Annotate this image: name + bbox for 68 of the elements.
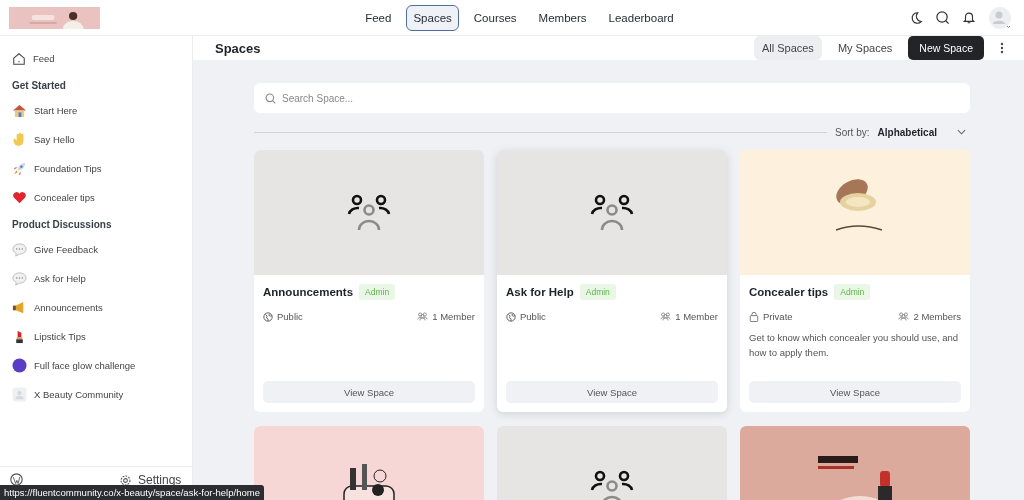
filter-tab[interactable]: My Spaces <box>829 36 901 60</box>
sidebar-item[interactable]: Ask for Help <box>12 264 180 293</box>
wordpress-icon[interactable] <box>10 473 23 486</box>
home-icon <box>12 51 26 66</box>
bubble-icon <box>12 271 27 286</box>
nav-tab[interactable]: Spaces <box>406 4 459 31</box>
privacy-label: Private <box>763 311 793 322</box>
sort-label: Sort by: <box>835 126 870 138</box>
more-icon[interactable] <box>1000 42 1004 54</box>
nav-tab[interactable]: Courses <box>466 4 524 31</box>
view-space-button[interactable]: View Space <box>263 381 475 403</box>
sidebar-item[interactable]: Lipstick Tips <box>12 322 180 351</box>
sidebar-item[interactable]: Feed <box>12 44 180 73</box>
search-field[interactable]: Search Space... <box>254 83 970 113</box>
space-card[interactable]: Ask for Help Admin Public 1 Member View Space <box>497 150 727 412</box>
view-space-button[interactable]: View Space <box>749 381 961 403</box>
sidebar-item[interactable]: Say Hello <box>12 125 180 154</box>
sidebar-item[interactable]: Foundation Tips <box>12 154 180 183</box>
card-title[interactable]: Ask for Help <box>506 286 574 298</box>
dark-mode-icon[interactable] <box>909 10 923 25</box>
sidebar-item[interactable]: Start Here <box>12 96 180 125</box>
space-card[interactable]: Announcements Admin Public 1 Member View Space <box>254 150 484 412</box>
lock-icon <box>749 311 759 322</box>
people-icon <box>590 469 634 500</box>
filter-tab[interactable]: All Spaces <box>753 36 822 60</box>
heart-icon <box>12 190 27 205</box>
sidebar-item[interactable]: Concealer tips <box>12 183 180 212</box>
nav-tab[interactable]: Members <box>531 4 594 31</box>
space-card[interactable]: Concealer tips Admin Private 2 Members Get to know which concealer you should use, and how to apply them. View Space <box>740 150 970 412</box>
people-icon <box>347 193 391 232</box>
role-badge: Admin <box>834 284 871 300</box>
gear-icon <box>119 473 132 487</box>
sidebar-item[interactable]: Full face glow challenge <box>12 351 180 380</box>
card-title[interactable]: Announcements <box>263 286 354 298</box>
house-icon <box>12 103 27 118</box>
globe-icon <box>506 311 516 322</box>
sidebar-item[interactable]: Announcements <box>12 293 180 322</box>
settings-link[interactable]: Settings <box>119 473 182 487</box>
card-title[interactable]: Concealer tips <box>749 286 829 298</box>
rocket-icon <box>12 161 27 176</box>
card-description: Get to know which concealer you should use, and how to apply them. <box>749 331 960 360</box>
view-space-button[interactable]: View Space <box>506 381 718 403</box>
nav-tab[interactable]: Feed <box>358 4 399 31</box>
avatar-icon <box>12 387 27 402</box>
bubble-icon <box>12 242 27 257</box>
sidebar-item[interactable]: Give Feedback <box>12 235 180 264</box>
url-tooltip: https://fluentcommunity.co/x-beauty/space/ask-for-help/home <box>0 485 264 500</box>
new-space-button[interactable]: New Space <box>908 36 984 60</box>
globe-icon <box>263 311 273 322</box>
dot-icon <box>12 358 27 373</box>
role-badge: Admin <box>579 284 616 300</box>
search-icon[interactable] <box>935 10 950 25</box>
sidebar-heading: Get Started <box>12 79 67 93</box>
member-count: 2 Members <box>913 311 961 322</box>
role-badge: Admin <box>359 284 396 300</box>
privacy-label: Public <box>277 311 303 322</box>
sort-dropdown[interactable]: Alphabetical <box>877 126 970 138</box>
search-icon <box>265 93 276 104</box>
bell-icon[interactable] <box>962 10 976 25</box>
member-count: 1 Member <box>432 311 475 322</box>
people-icon <box>590 193 634 232</box>
page-title: Spaces <box>215 40 261 56</box>
sidebar-item[interactable]: X Beauty Community <box>12 380 180 409</box>
privacy-label: Public <box>520 311 546 322</box>
chevron-down-icon <box>957 129 966 135</box>
nav-tab[interactable]: Leaderboard <box>601 4 681 31</box>
member-count: 1 Member <box>675 311 718 322</box>
sidebar-heading: Product Discussions <box>12 218 113 232</box>
